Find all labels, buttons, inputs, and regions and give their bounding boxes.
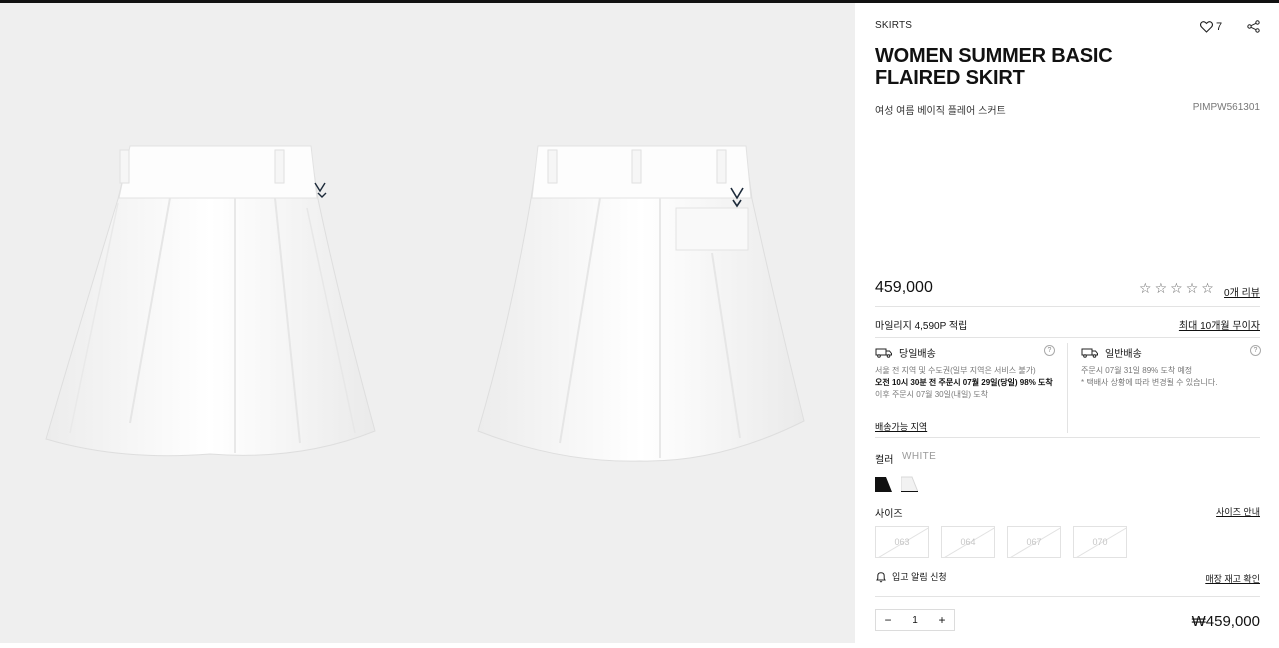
same-day-line1: 서울 전 지역 및 수도권(일부 지역은 서비스 불가) [875, 366, 1036, 375]
swatch-white [900, 476, 919, 493]
size-option-063[interactable]: 063 [875, 526, 929, 558]
total-price: ₩459,000 [1191, 613, 1260, 630]
size-label: 사이즈 [875, 509, 903, 520]
product-gallery [0, 3, 855, 643]
truck-icon [1081, 348, 1098, 358]
truck-icon [875, 348, 892, 358]
minus-icon[interactable]: − [876, 613, 900, 627]
divider [875, 337, 1260, 338]
delivery-region-link[interactable]: 배송가능 지역 [875, 420, 927, 433]
help-icon[interactable]: ? [1044, 345, 1055, 356]
restock-label: 입고 알림 신청 [892, 572, 947, 582]
quantity-value[interactable]: 1 [903, 615, 927, 626]
standard-line1: 주문시 07월 31일 89% 도착 예정 [1081, 366, 1193, 375]
size-option-064[interactable]: 064 [941, 526, 995, 558]
star-icon: ☆ [1201, 280, 1214, 296]
mileage-text: 마일리지 4,590P 적립 [875, 321, 968, 332]
selected-color: WHITE [902, 451, 937, 462]
same-day-line3: 이후 주문시 07월 30일(내일) 도착 [875, 390, 988, 399]
standard-delivery: 일반배송 주문시 07월 31일 89% 도착 예정 * 택배사 상황에 따라 … [1081, 345, 1251, 389]
star-icon: ☆ [1154, 280, 1168, 296]
divider [875, 306, 1260, 307]
color-label: 컬러 [875, 455, 894, 466]
size-option-067[interactable]: 067 [1007, 526, 1061, 558]
bell-icon [876, 571, 886, 582]
help-icon[interactable]: ? [1250, 345, 1261, 356]
star-icon: ☆ [1170, 280, 1183, 296]
store-stock-link[interactable]: 매장 재고 확인 [1205, 572, 1260, 585]
star-icon: ☆ [1185, 280, 1199, 296]
restock-alert-button[interactable]: 입고 알림 신청 [875, 570, 947, 583]
wishlist-button[interactable]: 7 [1200, 21, 1222, 33]
category-label[interactable]: SKIRTS [875, 20, 912, 31]
product-price: 459,000 [875, 279, 933, 296]
heart-icon [1200, 21, 1213, 33]
product-code: PIMPW561301 [1192, 102, 1260, 113]
plus-icon[interactable]: + [930, 613, 954, 627]
same-day-title: 당일배송 [899, 349, 936, 360]
size-option-070[interactable]: 070 [1073, 526, 1127, 558]
divider [875, 596, 1260, 597]
installment-link[interactable]: 최대 10개월 무이자 [1179, 317, 1260, 332]
color-swatch-black[interactable] [875, 475, 892, 492]
share-icon[interactable] [1247, 20, 1260, 33]
same-day-title-row: 당일배송 [875, 345, 1055, 360]
color-swatch-white[interactable] [900, 475, 919, 493]
same-day-delivery: 당일배송 서울 전 지역 및 수도권(일부 지역은 서비스 불가) 오전 10시… [875, 345, 1055, 401]
quantity-stepper: − 1 + [875, 609, 955, 631]
size-guide-link[interactable]: 사이즈 안내 [1216, 505, 1260, 518]
standard-title-row: 일반배송 [1081, 345, 1251, 360]
skirt-back-image [477, 145, 805, 462]
product-subtitle: 여성 여름 베이직 플레어 스커트 [875, 106, 1006, 117]
vertical-divider [1067, 343, 1068, 433]
review-count-link[interactable]: 0개 리뷰 [1224, 284, 1260, 299]
swatch-black [875, 477, 892, 492]
product-images [45, 145, 805, 462]
standard-line2: * 택배사 상황에 따라 변경될 수 있습니다. [1081, 378, 1218, 387]
standard-title: 일반배송 [1105, 349, 1142, 360]
skirt-front-image [45, 145, 376, 457]
same-day-line2: 오전 10시 30분 전 주문시 07월 29일(당일) 98% 도착 [875, 378, 1053, 387]
star-icon: ☆ [1139, 280, 1152, 296]
rating-stars: ☆ ☆ ☆ ☆ ☆ [1139, 280, 1214, 297]
product-info-panel: SKIRTS 7 WOMEN SUMMER BASIC FLAIRED SKIR… [855, 3, 1279, 643]
wishlist-count: 7 [1216, 21, 1223, 33]
product-title: WOMEN SUMMER BASIC FLAIRED SKIRT [875, 45, 1113, 89]
divider [875, 437, 1260, 438]
